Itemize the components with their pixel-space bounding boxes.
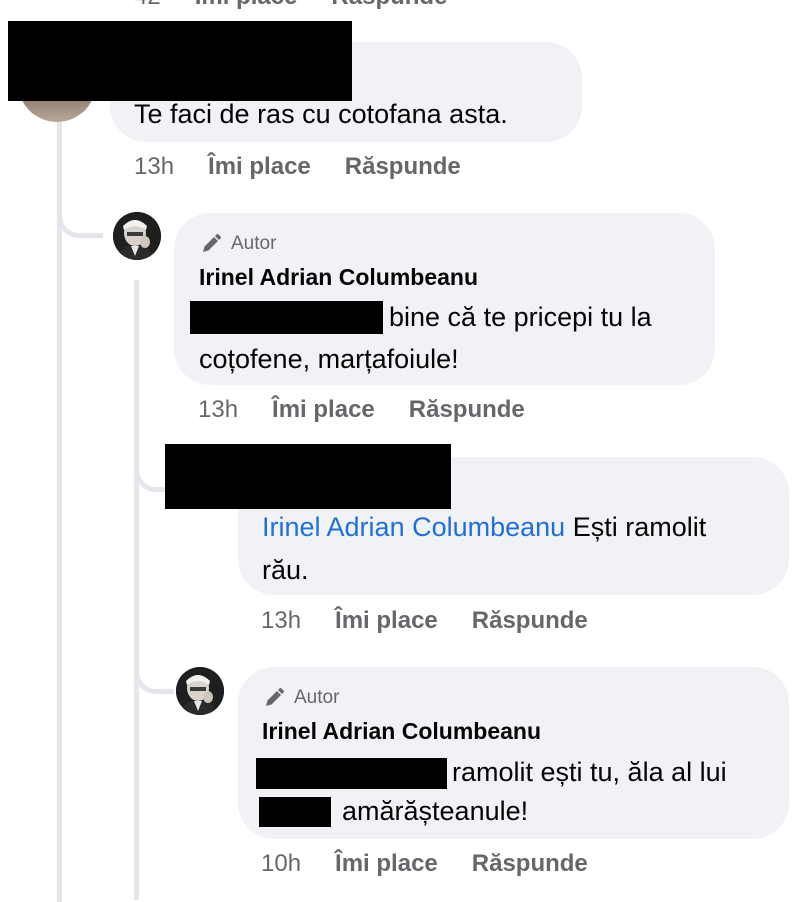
like-button[interactable]: Îmi place (335, 850, 438, 878)
reply-button[interactable]: Răspunde (409, 396, 525, 424)
avatar[interactable] (176, 667, 224, 715)
reply-button[interactable]: Răspunde (345, 153, 461, 181)
reply-button[interactable]: Răspunde (472, 607, 588, 635)
thread-connector (134, 650, 174, 694)
author-label: Autor (294, 687, 340, 708)
thread-line-reply (134, 280, 139, 900)
like-button[interactable]: Îmi place (272, 396, 375, 424)
redacted-name (8, 21, 352, 101)
comment-time: 13h (198, 396, 239, 423)
comment-text-line1: bine că te pricepi tu la (389, 302, 652, 332)
redacted-mention (259, 797, 331, 827)
like-button[interactable]: Îmi place (335, 607, 438, 635)
thread-connector (57, 190, 103, 238)
like-button[interactable]: Îmi place (208, 153, 311, 181)
comment-text-line1: ramolit ești tu, ăla al lui (452, 757, 727, 787)
reply-button[interactable]: Răspunde (331, 0, 447, 11)
comment-text-line2: amărășteanule! (342, 796, 529, 826)
comment-time: 13h (134, 153, 175, 180)
avatar[interactable] (113, 212, 161, 260)
comment-time: 10h (261, 850, 302, 877)
pencil-icon (199, 232, 223, 256)
author-badge: Autor (199, 232, 276, 256)
reply-button[interactable]: Răspunde (472, 850, 588, 878)
comment-time: 42 (134, 0, 161, 11)
author-label: Autor (231, 233, 277, 254)
author-badge: Autor (262, 686, 339, 710)
comment-actions: 13h Îmi place Răspunde (134, 153, 495, 181)
redacted-name (165, 444, 451, 509)
previous-comment-actions: 42 Îmi place Răspunde (134, 0, 481, 11)
comment-text: Ești ramolit (572, 512, 707, 542)
commenter-name[interactable]: Irinel Adrian Columbeanu (262, 718, 541, 745)
comment-actions: 13h Îmi place Răspunde (198, 396, 559, 424)
redacted-mention (190, 301, 383, 334)
redacted-mention (256, 758, 447, 789)
thread-line-main (57, 122, 62, 902)
comment-time: 13h (261, 607, 302, 634)
comment-text-line1: Irinel Adrian Columbeanu Ești ramolit (262, 506, 706, 549)
comment-text-line2: coțofene, marțafoiule! (199, 344, 459, 374)
mention-link[interactable]: Irinel Adrian Columbeanu (262, 512, 565, 542)
commenter-name[interactable]: Irinel Adrian Columbeanu (199, 264, 478, 291)
pencil-icon (262, 686, 286, 710)
like-button[interactable]: Îmi place (195, 0, 298, 11)
comment-actions: 13h Îmi place Răspunde (261, 607, 622, 635)
comment-text-line2: rău. (262, 555, 309, 585)
comment-actions: 10h Îmi place Răspunde (261, 850, 622, 878)
